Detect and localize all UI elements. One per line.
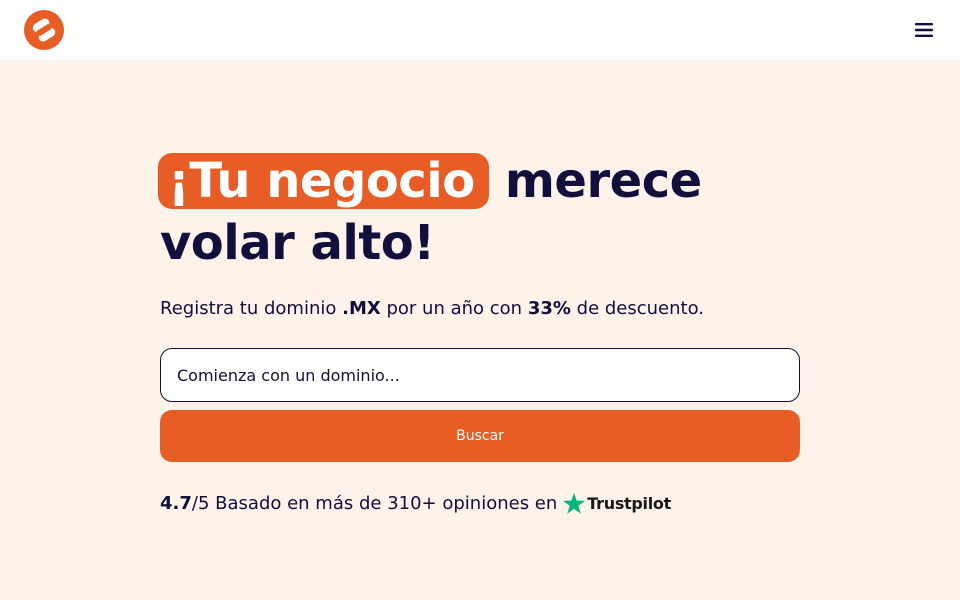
subtitle-mid: por un año con bbox=[386, 298, 523, 319]
top-bar bbox=[0, 0, 960, 60]
hero-headline: ¡Tu negocio merece volar alto! bbox=[158, 150, 800, 274]
brand-logo[interactable] bbox=[24, 10, 64, 50]
rating-score: 4.7 bbox=[160, 493, 192, 514]
trustpilot-link[interactable]: Trustpilot bbox=[563, 493, 671, 514]
trustpilot-wordmark: Trustpilot bbox=[587, 494, 671, 513]
search-button[interactable]: Buscar bbox=[160, 410, 800, 462]
menu-button[interactable] bbox=[906, 18, 942, 42]
hero-section: ¡Tu negocio merece volar alto! Registra … bbox=[158, 150, 800, 514]
rating-summary: 4.7/5 Basado en más de 310+ opiniones en… bbox=[160, 493, 800, 514]
hero-subtitle: Registra tu dominio .MX por un año con 3… bbox=[160, 298, 800, 319]
rating-text: Basado en más de 310+ opiniones en bbox=[215, 493, 558, 514]
rating-scale: /5 bbox=[191, 493, 210, 514]
headline-highlight: ¡Tu negocio bbox=[158, 153, 489, 209]
subtitle-tld: .MX bbox=[342, 298, 381, 319]
hamburger-menu-icon bbox=[915, 23, 933, 37]
subtitle-post: de descuento. bbox=[576, 298, 705, 319]
subtitle-pre: Registra tu dominio bbox=[160, 298, 337, 319]
trustpilot-star-icon bbox=[563, 493, 586, 514]
domain-search-input[interactable] bbox=[160, 348, 800, 402]
brand-logo-icon bbox=[24, 10, 64, 50]
subtitle-discount: 33% bbox=[527, 298, 571, 319]
